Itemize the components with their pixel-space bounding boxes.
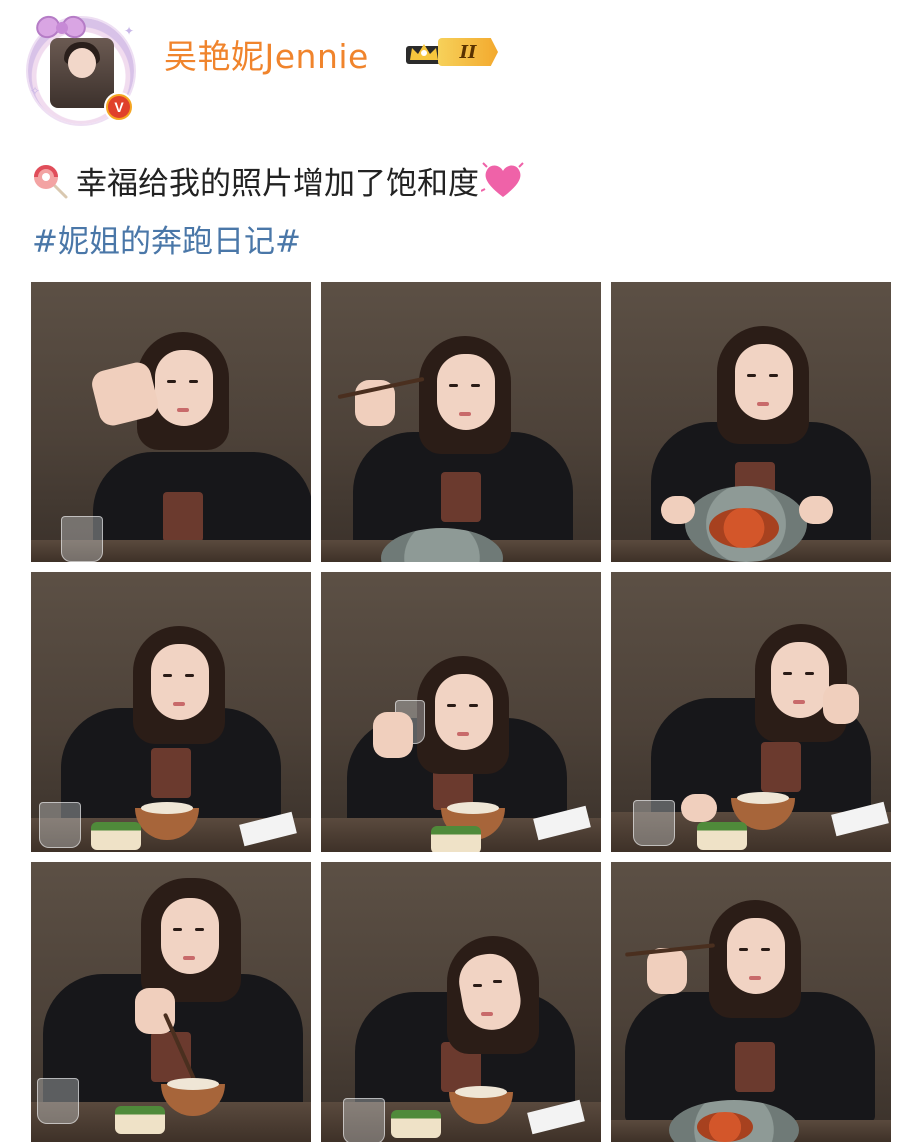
gallery-photo-7[interactable]	[31, 862, 311, 1142]
gallery-photo-9[interactable]	[611, 862, 891, 1142]
photo-grid	[31, 282, 891, 1147]
vip-level-badge[interactable]: II	[404, 34, 504, 70]
pink-heart-icon	[481, 161, 524, 197]
gallery-photo-6[interactable]	[611, 572, 891, 852]
gallery-photo-2[interactable]	[321, 282, 601, 562]
sparkle-icon: ✧	[30, 84, 41, 98]
hashtag-link[interactable]: #妮姐的奔跑日记#	[32, 216, 301, 261]
vip-level-label: II	[438, 38, 498, 66]
post-text: 幸福给我的照片增加了饱和度	[30, 158, 525, 203]
gallery-photo-5[interactable]	[321, 572, 601, 852]
bow-icon	[32, 10, 90, 46]
author-name[interactable]: 吴艳妮Jennie	[164, 30, 369, 78]
avatar-face	[68, 48, 96, 78]
verified-label: V	[108, 96, 130, 118]
gallery-photo-1[interactable]	[31, 282, 311, 562]
post-text-content: 幸福给我的照片增加了饱和度	[76, 166, 479, 202]
gallery-photo-8[interactable]	[321, 862, 601, 1142]
author-avatar[interactable]: ✦ ✧ V	[24, 10, 142, 128]
verified-v-badge-icon: V	[104, 92, 134, 122]
gallery-photo-3[interactable]	[611, 282, 891, 562]
gallery-photo-4[interactable]	[31, 572, 311, 852]
lollipop-icon	[34, 164, 68, 198]
sparkle-icon: ✦	[124, 24, 135, 38]
